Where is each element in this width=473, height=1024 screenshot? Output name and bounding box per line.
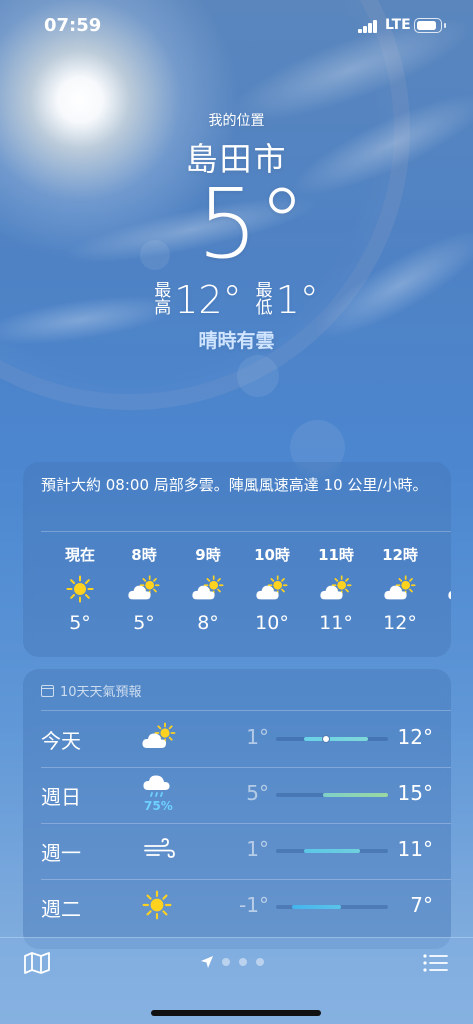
battery-icon xyxy=(414,18,446,33)
daily-row[interactable]: 週日 75% 5° 15° xyxy=(23,767,451,823)
high-low: 最高 12° 最低 1° xyxy=(0,278,473,322)
divider xyxy=(41,823,451,824)
daily-forecast-card[interactable]: 10天天氣預報 今天 1° 12° 週日 75% 5° 15° 週一 1° 11… xyxy=(23,669,451,949)
partly-cloudy-icon xyxy=(319,574,353,604)
day-label: 週二 xyxy=(41,897,81,921)
location-arrow-icon xyxy=(201,956,213,968)
hourly-scroller[interactable]: 現在 5°8時 5°9時 8°10時 10°11時 11°12時 12°13 1… xyxy=(23,544,451,649)
temperature-range-track xyxy=(276,905,388,909)
temperature-range-bar xyxy=(291,905,341,909)
current-temperature: 5° xyxy=(196,168,307,280)
day-label: 今天 xyxy=(41,729,81,753)
hourly-item: 11時 11° xyxy=(305,544,367,634)
daily-forecast-title: 10天天氣預報 xyxy=(60,685,142,700)
map-icon[interactable] xyxy=(24,952,50,974)
sun-icon xyxy=(141,889,177,921)
daily-forecast-header: 10天天氣預報 xyxy=(41,681,142,700)
divider xyxy=(41,767,451,768)
hourly-item: 現在 5° xyxy=(49,544,111,634)
hour-temperature: 10° xyxy=(255,612,289,634)
daily-row[interactable]: 週一 1° 11° xyxy=(23,823,451,879)
page-dot xyxy=(256,958,264,966)
partly-cloudy-icon xyxy=(191,574,225,604)
hour-temperature: 12 xyxy=(433,612,451,634)
hour-label: 13 xyxy=(433,544,451,566)
hour-temperature: 5° xyxy=(69,612,91,634)
temperature-range-track xyxy=(276,793,388,797)
temperature-range-track xyxy=(276,849,388,853)
hour-temperature: 11° xyxy=(319,612,353,634)
hour-label: 12時 xyxy=(382,546,418,564)
partly-cloudy-icon xyxy=(141,721,177,753)
hour-label: 11時 xyxy=(318,546,354,564)
precipitation-chance: 75% xyxy=(144,799,173,813)
cellular-signal-icon xyxy=(358,20,378,33)
home-indicator xyxy=(151,1010,321,1016)
hourly-item: 10時 10° xyxy=(241,544,303,634)
high-temperature: 11° xyxy=(397,837,433,861)
divider xyxy=(41,531,451,532)
day-label: 週一 xyxy=(41,841,81,865)
daily-row[interactable]: 週二 -1° 7° xyxy=(23,879,451,935)
high-temperature: 12° xyxy=(174,278,242,322)
wind-icon xyxy=(141,833,177,865)
current-temperature-dot xyxy=(322,735,331,743)
high-temperature: 15° xyxy=(397,781,433,805)
hourly-item: 9時 8° xyxy=(177,544,239,634)
network-type: LTE xyxy=(385,17,411,33)
partly-cloudy-icon xyxy=(447,574,451,604)
hourly-item: 8時 5° xyxy=(113,544,175,634)
page-dot xyxy=(222,958,230,966)
low-temperature: 1° xyxy=(246,725,269,749)
page-indicator[interactable] xyxy=(200,955,273,969)
hour-label: 9時 xyxy=(195,546,221,564)
hour-label: 10時 xyxy=(254,546,290,564)
calendar-icon xyxy=(41,684,54,697)
partly-cloudy-icon xyxy=(255,574,289,604)
forecast-summary: 預計大約 08:00 局部多雲。陣風風速高達 10 公里/小時。 xyxy=(41,476,428,494)
temperature-range-bar xyxy=(304,737,368,741)
low-temperature: -1° xyxy=(239,893,269,917)
hour-temperature: 8° xyxy=(197,612,219,634)
low-label: 最低 xyxy=(255,281,273,318)
high-label: 最高 xyxy=(154,281,172,318)
status-time: 07:59 xyxy=(44,15,102,36)
high-temperature: 12° xyxy=(397,725,433,749)
hourly-item: 12時 12° xyxy=(369,544,431,634)
divider xyxy=(41,879,451,880)
page-dot xyxy=(239,958,247,966)
hour-label: 8時 xyxy=(131,546,157,564)
hourly-item: 13 12 xyxy=(433,544,451,634)
hour-temperature: 12° xyxy=(383,612,417,634)
low-temperature: 1° xyxy=(246,837,269,861)
low-temperature: 5° xyxy=(246,781,269,805)
status-bar: 07:59 LTE xyxy=(0,0,473,52)
temperature-range-bar xyxy=(304,849,360,853)
day-label: 週日 xyxy=(41,785,81,809)
low-temperature: 1° xyxy=(275,278,319,322)
daily-row[interactable]: 今天 1° 12° xyxy=(23,711,451,767)
hour-label: 現在 xyxy=(64,546,95,564)
temperature-range-track xyxy=(276,735,388,743)
partly-cloudy-icon xyxy=(383,574,417,604)
high-temperature: 7° xyxy=(410,893,433,917)
list-icon[interactable] xyxy=(423,953,448,973)
condition-text: 晴時有雲 xyxy=(198,330,275,352)
hour-temperature: 5° xyxy=(133,612,155,634)
location-label: 我的位置 xyxy=(208,113,265,129)
current-weather: 我的位置 島田市 5° 最高 12° 最低 1° 晴時有雲 xyxy=(0,110,473,353)
bottom-toolbar xyxy=(0,937,473,1024)
sun-icon xyxy=(63,574,97,604)
partly-cloudy-icon xyxy=(127,574,161,604)
hourly-forecast-card[interactable]: 預計大約 08:00 局部多雲。陣風風速高達 10 公里/小時。 現在 5° 8時… xyxy=(23,462,451,657)
